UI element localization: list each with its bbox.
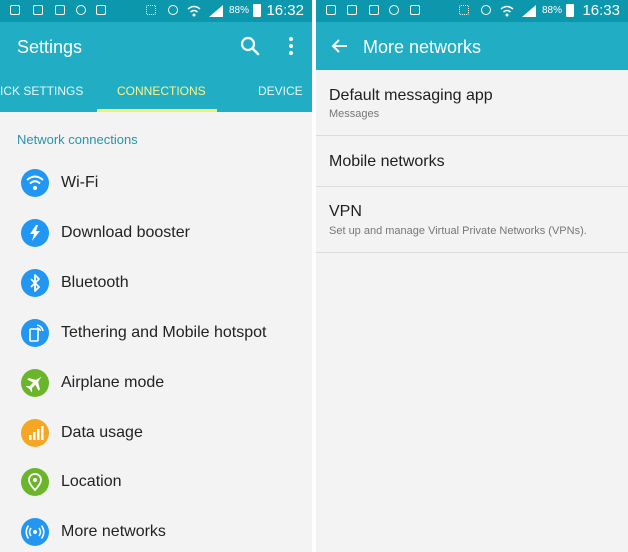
search-icon[interactable] [238, 34, 262, 58]
battery-icon [253, 4, 261, 17]
more-vert-icon[interactable] [279, 34, 303, 58]
document-notification-icon [33, 5, 43, 15]
wifi-status-icon [500, 5, 514, 17]
tab-quick-settings[interactable]: ICK SETTINGS [0, 84, 83, 98]
document-notification-icon [347, 5, 357, 15]
settings-item-label: Bluetooth [61, 274, 129, 291]
settings-item-label: Download booster [61, 224, 190, 241]
clipboard-notification-icon [96, 5, 106, 15]
pref-vpn[interactable]: VPN Set up and manage Virtual Private Ne… [316, 187, 628, 253]
check-notification-icon [389, 5, 399, 15]
location-icon [21, 468, 49, 496]
more-networks-icon [21, 518, 49, 546]
pref-title: Mobile networks [329, 153, 445, 170]
mail-notification-icon [55, 5, 65, 15]
settings-item-airplane-mode[interactable]: Airplane mode [0, 359, 312, 409]
page-title: Settings [17, 37, 83, 57]
settings-item-label: Tethering and Mobile hotspot [61, 324, 267, 341]
page-title: More networks [363, 37, 482, 57]
pref-subtitle: Set up and manage Virtual Private Networ… [329, 225, 587, 237]
back-arrow-icon[interactable] [328, 34, 352, 58]
airplane-icon [21, 369, 49, 397]
settings-item-tethering[interactable]: Tethering and Mobile hotspot [0, 309, 312, 359]
status-time: 16:33 [582, 2, 620, 19]
settings-item-download-booster[interactable]: Download booster [0, 209, 312, 259]
settings-item-wifi[interactable]: Wi-Fi [0, 159, 312, 209]
signal-icon [209, 5, 223, 17]
battery-icon [566, 4, 574, 17]
settings-item-label: More networks [61, 523, 166, 540]
settings-item-location[interactable]: Location [0, 458, 312, 508]
settings-item-label: Location [61, 473, 122, 490]
tab-bar: ICK SETTINGS CONNECTIONS DEVICE [0, 70, 312, 112]
status-time: 16:32 [266, 2, 304, 19]
bluetooth-icon [21, 269, 49, 297]
data-usage-icon [21, 419, 49, 447]
app-bar: Settings [0, 22, 312, 70]
settings-item-label: Data usage [61, 424, 143, 441]
battery-percent: 88% [229, 5, 250, 16]
status-bar: 88% 16:33 [316, 0, 628, 22]
active-tab-indicator [97, 109, 217, 112]
settings-screen: 88% 16:32 Settings ICK SETTINGS CONNECTI… [0, 0, 312, 552]
download-booster-icon [21, 219, 49, 247]
gallery-notification-icon [10, 5, 20, 15]
tab-connections[interactable]: CONNECTIONS [117, 84, 206, 98]
pref-title: VPN [329, 203, 362, 220]
pref-mobile-networks[interactable]: Mobile networks [316, 136, 628, 187]
gallery-notification-icon [326, 5, 336, 15]
battery-percent: 88% [542, 5, 563, 16]
wifi-icon [21, 169, 49, 197]
check-notification-icon [76, 5, 86, 15]
hotspot-icon [21, 319, 49, 347]
alarm-icon [168, 5, 178, 15]
pref-subtitle: Messages [329, 108, 380, 120]
settings-item-bluetooth[interactable]: Bluetooth [0, 259, 312, 309]
preference-list: Default messaging app Messages Mobile ne… [316, 70, 628, 552]
mute-icon [146, 5, 156, 15]
pref-title: Default messaging app [329, 87, 493, 104]
mute-icon [459, 5, 469, 15]
section-header: Network connections [17, 132, 138, 147]
clipboard-notification-icon [410, 5, 420, 15]
more-networks-screen: 88% 16:33 More networks Default messagin… [316, 0, 628, 552]
settings-item-label: Airplane mode [61, 374, 165, 391]
tab-device[interactable]: DEVICE [258, 84, 303, 98]
alarm-icon [481, 5, 491, 15]
status-bar: 88% 16:32 [0, 0, 312, 22]
signal-icon [522, 5, 536, 17]
pref-default-messaging-app[interactable]: Default messaging app Messages [316, 70, 628, 136]
wifi-status-icon [187, 5, 201, 17]
mail-notification-icon [369, 5, 379, 15]
settings-item-data-usage[interactable]: Data usage [0, 409, 312, 459]
app-bar: More networks [316, 22, 628, 70]
settings-item-more-networks[interactable]: More networks [0, 508, 312, 552]
settings-item-label: Wi-Fi [61, 174, 99, 191]
